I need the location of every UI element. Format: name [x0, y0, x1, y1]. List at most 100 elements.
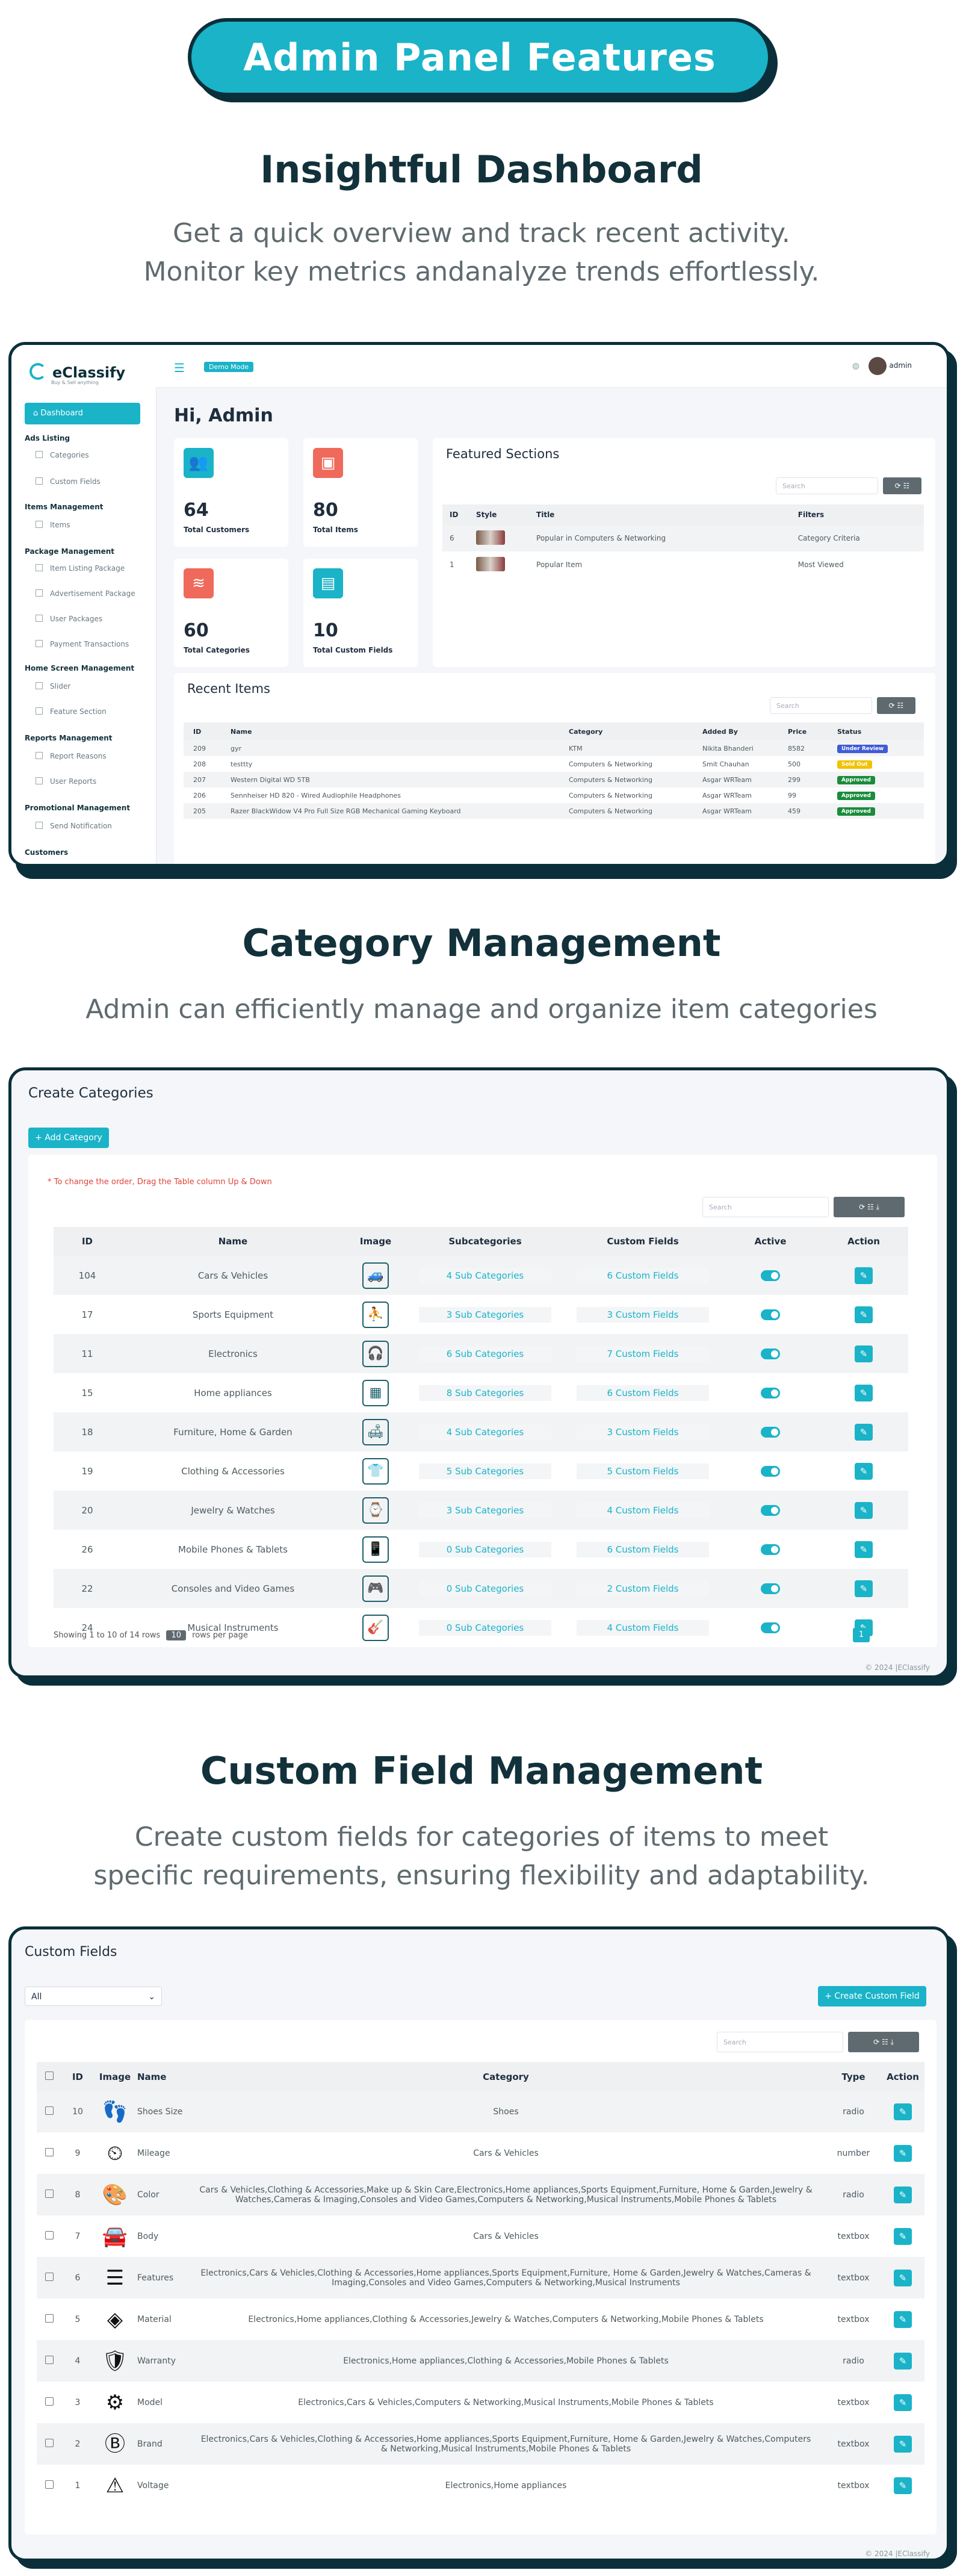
table-tools-button[interactable]: ⟳ ☷: [883, 477, 921, 494]
column-header[interactable]: Active: [722, 1227, 819, 1256]
custom-fields-link[interactable]: 6 Custom Fields: [577, 1385, 709, 1401]
table-row[interactable]: 19 Clothing & Accessories 👕 5 Sub Catego…: [54, 1451, 908, 1491]
table-row[interactable]: 18 Furniture, Home & Garden 🛋 4 Sub Cate…: [54, 1412, 908, 1451]
column-header[interactable]: Image: [93, 2062, 137, 2092]
edit-icon[interactable]: ✎: [894, 2144, 912, 2162]
subcategories-link[interactable]: 8 Sub Categories: [419, 1385, 551, 1401]
category-filter-select[interactable]: All ⌄: [25, 1987, 162, 2006]
subcategories-link[interactable]: 6 Sub Categories: [419, 1345, 551, 1362]
column-header[interactable]: Action: [881, 2062, 924, 2092]
edit-icon[interactable]: ✎: [894, 2435, 912, 2453]
edit-icon[interactable]: ✎: [855, 1541, 873, 1558]
subcategories-link[interactable]: 0 Sub Categories: [419, 1580, 551, 1597]
row-checkbox[interactable]: [45, 2272, 54, 2281]
column-header[interactable]: Name: [137, 2062, 186, 2092]
sidebar-item-payment-transactions[interactable]: Payment Transactions: [36, 640, 129, 648]
table-row[interactable]: 3 ⚙ Model Electronics,Cars & Vehicles,Compu…: [37, 2382, 924, 2423]
subcategories-link[interactable]: 3 Sub Categories: [419, 1306, 551, 1323]
table-row[interactable]: 205 Razer BlackWidow V4 Pro Full Size RG…: [184, 803, 924, 819]
row-checkbox[interactable]: [45, 2106, 54, 2115]
custom-fields-link[interactable]: 4 Custom Fields: [577, 1502, 709, 1518]
active-toggle[interactable]: [761, 1270, 780, 1281]
column-header[interactable]: Status: [837, 722, 924, 740]
sidebar-item-categories[interactable]: Categories: [36, 451, 89, 459]
row-checkbox[interactable]: [45, 2314, 54, 2323]
active-toggle[interactable]: [761, 1544, 780, 1555]
column-header[interactable]: Filters: [797, 504, 924, 525]
active-toggle[interactable]: [761, 1309, 780, 1320]
column-header[interactable]: Category: [186, 2062, 826, 2092]
column-header[interactable]: ID: [62, 2062, 93, 2092]
table-row[interactable]: 20 Jewelry & Watches ⌚ 3 Sub Categories …: [54, 1491, 908, 1530]
table-row[interactable]: 207 Western Digital WD 5TB Computers & N…: [184, 772, 924, 787]
subcategories-link[interactable]: 5 Sub Categories: [419, 1463, 551, 1479]
column-header[interactable]: Image: [345, 1227, 406, 1256]
table-row[interactable]: 10 👣 Shoes Size Shoes radio ✎: [37, 2091, 924, 2132]
category-search-input[interactable]: Search: [702, 1197, 829, 1217]
custom-fields-link[interactable]: 4 Custom Fields: [577, 1619, 709, 1636]
table-tools-button[interactable]: ⟳ ☷: [877, 697, 915, 714]
custom-fields-link[interactable]: 3 Custom Fields: [577, 1424, 709, 1440]
table-row[interactable]: 4 🛡 Warranty Electronics,Home appliances,Cl…: [37, 2340, 924, 2382]
sidebar-item-dashboard[interactable]: ⌂ Dashboard: [25, 403, 140, 424]
subcategories-link[interactable]: 4 Sub Categories: [419, 1267, 551, 1283]
subcategories-link[interactable]: 3 Sub Categories: [419, 1502, 551, 1518]
row-checkbox[interactable]: [45, 2397, 54, 2406]
per-page-select[interactable]: 10: [166, 1630, 187, 1640]
edit-icon[interactable]: ✎: [894, 2269, 912, 2286]
column-header[interactable]: ID: [442, 504, 475, 525]
custom-fields-link[interactable]: 2 Custom Fields: [577, 1580, 709, 1597]
active-toggle[interactable]: [761, 1622, 780, 1633]
featured-search-input[interactable]: Search: [776, 477, 878, 494]
table-row[interactable]: 17 Sports Equipment ⛹ 3 Sub Categories 3…: [54, 1295, 908, 1334]
menu-toggle-icon[interactable]: ☰: [174, 361, 185, 375]
language-icon[interactable]: ◍: [852, 361, 859, 371]
custom-fields-link[interactable]: 5 Custom Fields: [577, 1463, 709, 1479]
sidebar-item-user-packages[interactable]: User Packages: [36, 615, 102, 623]
add-category-button[interactable]: + Add Category: [28, 1128, 109, 1148]
edit-icon[interactable]: ✎: [894, 2227, 912, 2245]
table-row[interactable]: 9 ⏲ Mileage Cars & Vehicles number ✎: [37, 2132, 924, 2174]
table-row[interactable]: 11 Electronics 🎧 6 Sub Categories 7 Cust…: [54, 1334, 908, 1373]
column-header[interactable]: Custom Fields: [564, 1227, 722, 1256]
subcategories-link[interactable]: 4 Sub Categories: [419, 1424, 551, 1440]
column-header[interactable]: Added By: [702, 722, 787, 740]
row-checkbox[interactable]: [45, 2480, 54, 2489]
column-header[interactable]: ID: [54, 1227, 121, 1256]
table-row[interactable]: 206 Sennheiser HD 820 - Wired Audiophile…: [184, 787, 924, 803]
sidebar-item-slider[interactable]: Slider: [36, 682, 70, 691]
edit-icon[interactable]: ✎: [855, 1267, 873, 1284]
edit-icon[interactable]: ✎: [855, 1580, 873, 1597]
edit-icon[interactable]: ✎: [855, 1423, 873, 1441]
active-toggle[interactable]: [761, 1504, 780, 1516]
pagination-page-1[interactable]: 1: [853, 1628, 870, 1642]
table-row[interactable]: 104 Cars & Vehicles 🚙 4 Sub Categories 6…: [54, 1256, 908, 1295]
row-checkbox[interactable]: [45, 2438, 54, 2447]
active-toggle[interactable]: [761, 1465, 780, 1477]
column-header[interactable]: Action: [819, 1227, 908, 1256]
active-toggle[interactable]: [761, 1348, 780, 1359]
row-checkbox[interactable]: [45, 2189, 54, 2198]
table-row[interactable]: 22 Consoles and Video Games 🎮 0 Sub Cate…: [54, 1569, 908, 1608]
avatar[interactable]: [869, 357, 887, 375]
subcategories-link[interactable]: 0 Sub Categories: [419, 1541, 551, 1557]
column-header[interactable]: Title: [536, 504, 797, 525]
table-row[interactable]: 6 Popular in Computers & Networking Cate…: [442, 525, 924, 551]
table-row[interactable]: 24 Musical Instruments 🎸 0 Sub Categorie…: [54, 1608, 908, 1647]
edit-icon[interactable]: ✎: [855, 1501, 873, 1519]
edit-icon[interactable]: ✎: [894, 2477, 912, 2494]
edit-icon[interactable]: ✎: [894, 2103, 912, 2120]
custom-fields-link[interactable]: 6 Custom Fields: [577, 1541, 709, 1557]
active-toggle[interactable]: [761, 1426, 780, 1438]
column-header[interactable]: Price: [787, 722, 837, 740]
table-row[interactable]: 208 testtty Computers & Networking Smit …: [184, 756, 924, 772]
edit-icon[interactable]: ✎: [894, 2186, 912, 2203]
table-row[interactable]: 1 ⚠ Voltage Electronics,Home appliances text…: [37, 2465, 924, 2506]
table-row[interactable]: 26 Mobile Phones & Tablets 📱 0 Sub Categ…: [54, 1530, 908, 1569]
sidebar-item-report-reasons[interactable]: Report Reasons: [36, 752, 107, 760]
custom-fields-link[interactable]: 7 Custom Fields: [577, 1345, 709, 1362]
table-row[interactable]: 5 ◈ Material Electronics,Home appliances,Cl…: [37, 2298, 924, 2340]
table-tools-button[interactable]: ⟳ ☷ ⤓: [834, 1197, 905, 1217]
edit-icon[interactable]: ✎: [855, 1384, 873, 1401]
table-row[interactable]: 2 Ⓑ Brand Electronics,Cars & Vehicles,Cloth…: [37, 2423, 924, 2465]
